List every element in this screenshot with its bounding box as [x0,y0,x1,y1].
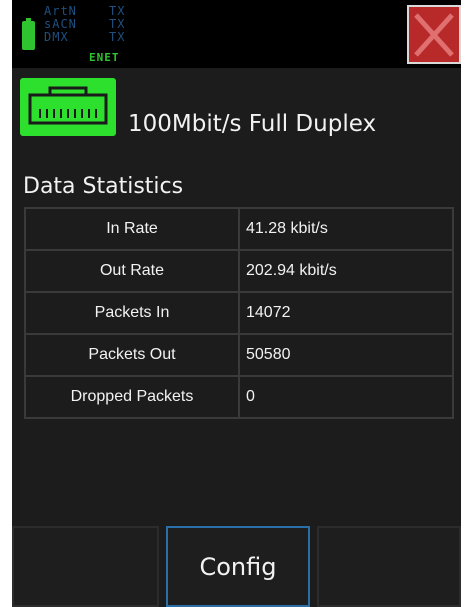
stat-value: 0 [238,375,454,419]
protocol-state-artnet: TX [109,4,126,18]
bottom-button-bar: Config [12,526,461,607]
status-bar: ArtN TX sACN TX DMX TX ENET [12,0,461,68]
stat-label: Packets Out [24,333,240,377]
stat-label: Dropped Packets [24,375,240,419]
close-button[interactable] [407,5,461,64]
interface-label: ENET [89,51,120,64]
battery-icon [22,18,35,50]
protocol-state-dmx: TX [109,30,126,44]
stat-label: Out Rate [24,249,240,293]
stat-label: In Rate [24,207,240,251]
ethernet-port-icon [20,78,116,136]
protocol-state-sacn: TX [109,17,126,31]
protocol-name-sacn: sACN [44,17,77,31]
stat-value: 202.94 kbit/s [238,249,454,293]
stat-value: 50580 [238,333,454,377]
statistics-table: In Rate 41.28 kbit/s Out Rate 202.94 kbi… [24,207,454,419]
link-speed-label: 100Mbit/s Full Duplex [128,111,377,137]
close-icon [414,12,454,57]
stat-value: 41.28 kbit/s [238,207,454,251]
protocol-name-artnet: ArtN [44,4,77,18]
table-row: Dropped Packets 0 [24,375,454,419]
section-title: Data Statistics [23,174,184,199]
protocol-name-dmx: DMX [44,30,69,44]
table-row: Packets In 14072 [24,291,454,335]
table-row: In Rate 41.28 kbit/s [24,207,454,251]
table-row: Out Rate 202.94 kbit/s [24,249,454,293]
device-screen: ArtN TX sACN TX DMX TX ENET 100Mbit/s Fu… [12,0,461,607]
link-status-row: 100Mbit/s Full Duplex [12,78,461,148]
config-button[interactable]: Config [166,526,310,607]
table-row: Packets Out 50580 [24,333,454,377]
stat-label: Packets In [24,291,240,335]
left-soft-button[interactable] [12,526,159,607]
stat-value: 14072 [238,291,454,335]
right-soft-button[interactable] [317,526,461,607]
